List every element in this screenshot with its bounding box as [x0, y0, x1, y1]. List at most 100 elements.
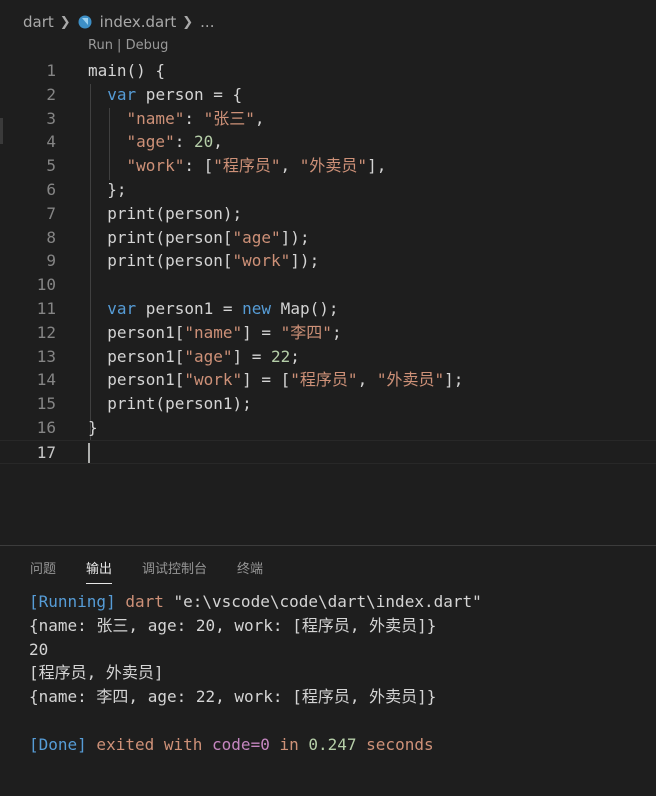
code-token: "程序员": [290, 370, 358, 390]
code-token: ]);: [290, 251, 320, 271]
code-token: "name": [126, 108, 185, 128]
code-line[interactable]: 2 var person = {: [0, 83, 656, 107]
output-token: {name: 李四, age: 22, work: [程序员, 外卖员]}: [29, 687, 437, 707]
code-line[interactable]: 17: [0, 439, 656, 465]
code-line[interactable]: 6 };: [0, 178, 656, 202]
text-cursor: [88, 443, 90, 464]
breadcrumb-file[interactable]: index.dart: [100, 13, 177, 31]
line-number: 4: [46, 132, 56, 152]
breadcrumb-folder[interactable]: dart: [23, 13, 54, 31]
code-token: person1[: [88, 346, 185, 366]
output-token: [Running]: [29, 592, 116, 611]
code-line[interactable]: 13 person1["age"] = 22;: [0, 345, 656, 369]
line-number: 1: [46, 61, 56, 80]
code-token: 20: [193, 132, 214, 152]
code-line[interactable]: 9 print(person["work"]);: [0, 249, 656, 273]
output-token: [程序员, 外卖员]: [29, 663, 164, 683]
output-token: dart: [115, 592, 174, 611]
output-token: 0.247: [308, 734, 357, 754]
code-token: "张三": [203, 108, 255, 128]
line-number: 2: [46, 84, 56, 104]
panel-tab[interactable]: 输出: [86, 558, 113, 584]
line-code: person1["work"] = ["程序员", "外卖员"];: [88, 368, 463, 392]
line-number: 15: [36, 394, 56, 414]
line-code: "age": 20,: [88, 130, 223, 154]
code-line[interactable]: 11 var person1 = new Map();: [0, 297, 656, 321]
code-line[interactable]: 8 print(person["age"]);: [0, 226, 656, 250]
code-token: "work": [126, 156, 185, 176]
line-code: };: [88, 178, 126, 202]
code-token: main() {: [88, 61, 166, 80]
code-line[interactable]: 14 person1["work"] = ["程序员", "外卖员"];: [0, 368, 656, 392]
output-panel: 问题 输出 调试控制台 终端 [Running] dart "e:\vscode\co…: [0, 546, 656, 796]
line-number: 5: [46, 156, 56, 176]
panel-tab[interactable]: 问题: [30, 558, 56, 584]
code-token: "程序员": [213, 156, 281, 176]
code-token: "外卖员": [299, 156, 368, 176]
line-code: "name": "张三",: [88, 107, 265, 131]
line-number: 7: [46, 203, 56, 223]
output-token: 20: [29, 639, 49, 659]
code-token: :: [174, 132, 194, 152]
code-line[interactable]: 16}: [0, 416, 656, 440]
output-token: in: [269, 734, 309, 754]
line-code: main() {: [88, 59, 165, 83]
code-token: new: [242, 298, 272, 318]
code-editor[interactable]: 1 main() {2 var person = {3 "name": "张三",…: [0, 59, 656, 464]
panel-tabs: 问题 输出 调试控制台 终端: [30, 558, 293, 584]
code-token: ,: [357, 370, 377, 390]
code-token: var: [107, 84, 137, 104]
panel-tab[interactable]: 终端: [237, 558, 263, 584]
code-line[interactable]: 10: [0, 273, 656, 297]
code-line[interactable]: 15 print(person1);: [0, 392, 656, 416]
code-line[interactable]: 7 print(person);: [0, 202, 656, 226]
code-token: "work": [232, 251, 291, 271]
code-line[interactable]: 4 "age": 20,: [0, 130, 656, 154]
line-code: var person = {: [88, 83, 242, 107]
code-token: person = {: [136, 84, 243, 104]
code-token: person1[: [88, 322, 185, 342]
code-token: "work": [184, 370, 243, 390]
line-code: print(person);: [88, 202, 242, 226]
line-number: 3: [46, 108, 56, 128]
panel-tab[interactable]: 调试控制台: [142, 558, 207, 584]
code-token: "外卖员": [376, 370, 445, 390]
code-line[interactable]: 3 "name": "张三",: [0, 107, 656, 131]
line-code: person1["age"] = 22;: [88, 345, 300, 369]
output-line: 20: [29, 638, 482, 662]
line-code: [88, 441, 90, 465]
line-code: "work": ["程序员", "外卖员"],: [88, 154, 387, 178]
output-token: seconds: [356, 734, 434, 754]
code-token: :: [184, 108, 204, 128]
code-token: print(person1);: [88, 394, 252, 414]
line-number: 17: [36, 442, 56, 462]
code-line[interactable]: 1 main() {: [0, 59, 656, 83]
line-number: 13: [36, 346, 56, 366]
code-token: person1[: [88, 370, 185, 390]
code-token: "age": [184, 346, 233, 366]
code-token: ],: [367, 156, 387, 176]
code-token: "age": [126, 132, 175, 152]
output-line: [Done] exited with code=0 in 0.247 secon…: [29, 733, 482, 757]
code-token: print(person[: [88, 251, 233, 271]
breadcrumb-more[interactable]: ...: [200, 13, 214, 31]
dart-file-icon: [78, 15, 92, 29]
code-token: ] =: [242, 322, 281, 342]
code-token: person1 =: [136, 298, 243, 318]
code-token: ,: [213, 132, 223, 152]
codelens-run-debug[interactable]: Run | Debug: [88, 38, 168, 53]
output-line: [Running] dart "e:\vscode\code\dart\inde…: [29, 590, 482, 614]
code-token: ] =: [232, 346, 272, 366]
output-token: exited with: [86, 734, 213, 754]
output-token: "e:\vscode\code\dart\index.dart": [173, 592, 482, 611]
output-console[interactable]: [Running] dart "e:\vscode\code\dart\inde…: [29, 590, 482, 757]
code-line[interactable]: 12 person1["name"] = "李四";: [0, 321, 656, 345]
output-line: {name: 李四, age: 22, work: [程序员, 外卖员]}: [29, 685, 482, 709]
code-token: 22: [271, 346, 291, 366]
code-line[interactable]: 5 "work": ["程序员", "外卖员"],: [0, 154, 656, 178]
line-number: 9: [46, 251, 56, 271]
